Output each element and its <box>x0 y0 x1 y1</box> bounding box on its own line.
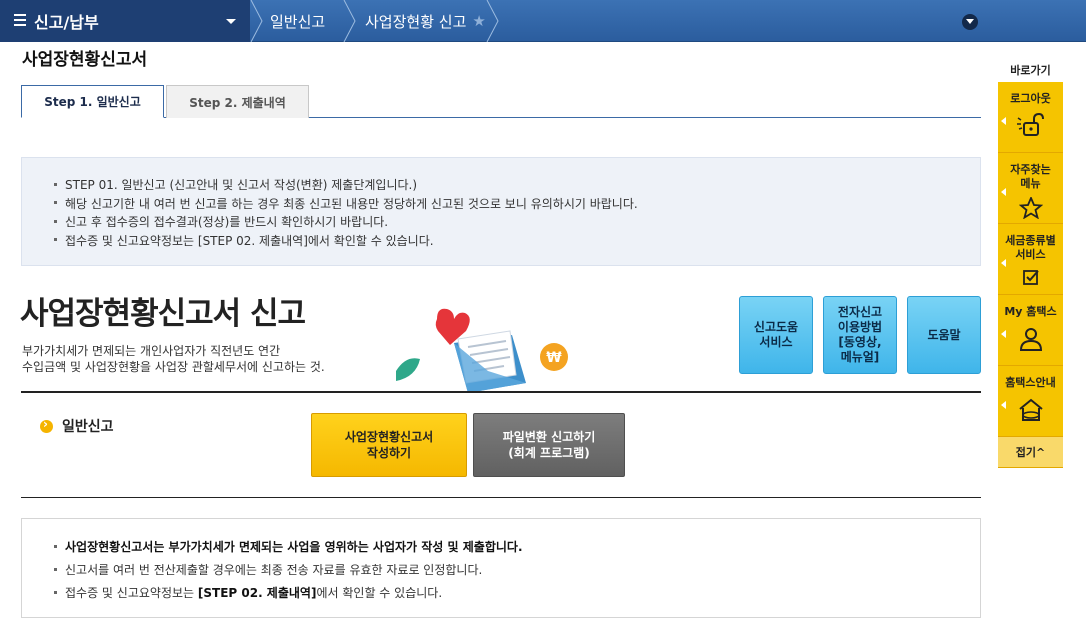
unlock-icon <box>1016 112 1044 136</box>
quick-item-tax-service[interactable]: 세금종류별 서비스 <box>998 224 1063 295</box>
main-heading: 사업장현황신고서 신고 <box>20 296 306 332</box>
notice-item: 접수증 및 신고요약정보는 [STEP 02. 제출내역]에서 확인할 수 있습… <box>42 582 980 605</box>
arrow-left-icon <box>1001 401 1006 409</box>
page-title: 사업장현황신고서 <box>22 50 148 70</box>
quick-item-label: 메뉴 <box>1020 177 1041 190</box>
quick-item-label: 세금종류별 <box>1005 234 1056 247</box>
arrow-left-icon <box>1001 117 1006 125</box>
top-navigation-bar: 신고/납부 일반신고 사업장현황 신고 ★ <box>0 0 1086 42</box>
breadcrumb-separator-icon <box>486 0 499 42</box>
main-menu-label: 신고/납부 <box>34 13 99 32</box>
quick-item-my-hometax[interactable]: My 홈택스 <box>998 295 1063 366</box>
button-label: 파일변환 신고하기 <box>502 430 596 444</box>
main-menu-button[interactable]: 신고/납부 <box>0 0 250 42</box>
checkbox-icon <box>1022 270 1039 285</box>
button-label: 이용방법 <box>837 320 883 334</box>
star-icon[interactable]: ★ <box>472 12 485 30</box>
quick-item-label: My 홈택스 <box>1004 305 1057 318</box>
breadcrumb-item-general-report[interactable]: 일반신고 <box>270 0 325 42</box>
quick-item-logout[interactable]: 로그아웃 <box>998 82 1063 153</box>
quick-item-label: 로그아웃 <box>1010 92 1051 105</box>
quick-menu-title: 바로가기 <box>1010 64 1051 77</box>
quick-item-label: 서비스 <box>1015 248 1046 261</box>
button-label: 신고도움 <box>753 320 799 334</box>
breadcrumb-label: 사업장현황 신고 <box>365 12 467 31</box>
section-label-text: 일반신고 <box>62 419 114 435</box>
hamburger-icon <box>14 14 26 26</box>
expand-circle-icon[interactable] <box>962 14 978 30</box>
breadcrumb-label: 일반신고 <box>270 12 326 31</box>
quick-item-hometax-guide[interactable]: 홈택스안내 <box>998 366 1063 437</box>
main-description: 부가가치세가 면제되는 개인사업자가 직전년도 연간 수입금액 및 사업장현황을… <box>22 343 325 375</box>
quick-menu-close-button[interactable]: 접기^ <box>998 437 1063 468</box>
notice-text: 에서 확인할 수 있습니다. <box>316 586 443 600</box>
button-label: (회계 프로그램) <box>508 446 590 460</box>
report-help-service-button[interactable]: 신고도움 서비스 <box>739 296 813 374</box>
arrow-left-icon <box>1001 259 1006 267</box>
button-label: 작성하기 <box>366 446 412 460</box>
info-box: STEP 01. 일반신고 (신고안내 및 신고서 작성(변환) 제출단계입니다… <box>21 157 981 266</box>
arrow-circle-icon <box>40 417 53 433</box>
quick-item-label: 자주찾는 <box>1010 163 1051 176</box>
button-label: 사업장현황신고서 <box>344 430 434 444</box>
tax-report-illustration-icon: ₩ <box>396 308 568 393</box>
button-label: 메뉴얼] <box>840 350 880 364</box>
notice-text: 접수증 및 신고요약정보는 <box>65 586 198 600</box>
help-button[interactable]: 도움말 <box>907 296 981 374</box>
quick-item-label: 홈택스안내 <box>1005 376 1056 389</box>
file-convert-report-button[interactable]: 파일변환 신고하기 (회계 프로그램) <box>473 413 625 477</box>
e-filing-guide-button[interactable]: 전자신고 이용방법 [동영상, 메뉴얼] <box>823 296 897 374</box>
arrow-left-icon <box>1001 330 1006 338</box>
arrow-left-icon <box>1001 188 1006 196</box>
write-report-button[interactable]: 사업장현황신고서작성하기 <box>311 413 467 477</box>
breadcrumb-separator-icon <box>343 0 356 42</box>
breadcrumb-separator-icon <box>250 0 263 42</box>
star-icon <box>1018 197 1043 219</box>
breadcrumb-item-business-report[interactable]: 사업장현황 신고 ★ <box>365 0 486 42</box>
user-icon <box>1019 328 1042 351</box>
house-icon <box>1018 398 1043 421</box>
description-line: 수입금액 및 사업장현황을 사업장 관할세무서에 신고하는 것. <box>22 360 325 374</box>
notice-text: 사업장현황신고서는 부가가치세가 면제되는 사업을 영위하는 사업자가 작성 및… <box>65 540 523 554</box>
notice-box: 사업장현황신고서는 부가가치세가 면제되는 사업을 영위하는 사업자가 작성 및… <box>21 518 981 618</box>
section-label: 일반신고 <box>40 416 114 436</box>
step-tabs: Step 1. 일반신고 Step 2. 제출내역 <box>21 85 981 118</box>
section-divider <box>21 391 981 393</box>
info-item: 해당 신고기한 내 여러 번 신고를 하는 경우 최종 신고된 내용만 정당하게… <box>42 195 980 214</box>
notice-item: 사업장현황신고서는 부가가치세가 면제되는 사업을 영위하는 사업자가 작성 및… <box>42 536 980 559</box>
section-divider <box>21 497 981 498</box>
button-label: 전자신고 <box>837 305 883 319</box>
notice-text: [STEP 02. 제출내역] <box>197 586 317 600</box>
description-line: 부가가치세가 면제되는 개인사업자가 직전년도 연간 <box>22 344 281 358</box>
button-label: 도움말 <box>927 327 961 342</box>
button-label: 서비스 <box>759 335 793 349</box>
caret-down-icon <box>226 19 236 24</box>
tab-step2[interactable]: Step 2. 제출내역 <box>166 85 309 118</box>
quick-menu: 바로가기 로그아웃 자주찾는 메뉴 세금종류별 서비스 My 홈택스 홈택스안내… <box>998 62 1063 468</box>
notice-item: 신고서를 여러 번 전산제출할 경우에는 최종 전송 자료를 유효한 자료로 인… <box>42 559 980 582</box>
svg-text:₩: ₩ <box>546 350 562 366</box>
button-label: [동영상, <box>838 335 882 349</box>
info-item: 신고 후 접수증의 접수결과(정상)를 반드시 확인하시기 바랍니다. <box>42 213 980 232</box>
info-item: STEP 01. 일반신고 (신고안내 및 신고서 작성(변환) 제출단계입니다… <box>42 176 980 195</box>
quick-item-favorites[interactable]: 자주찾는 메뉴 <box>998 153 1063 224</box>
info-item: 접수증 및 신고요약정보는 [STEP 02. 제출내역]에서 확인할 수 있습… <box>42 232 980 251</box>
tab-step1[interactable]: Step 1. 일반신고 <box>21 85 164 118</box>
